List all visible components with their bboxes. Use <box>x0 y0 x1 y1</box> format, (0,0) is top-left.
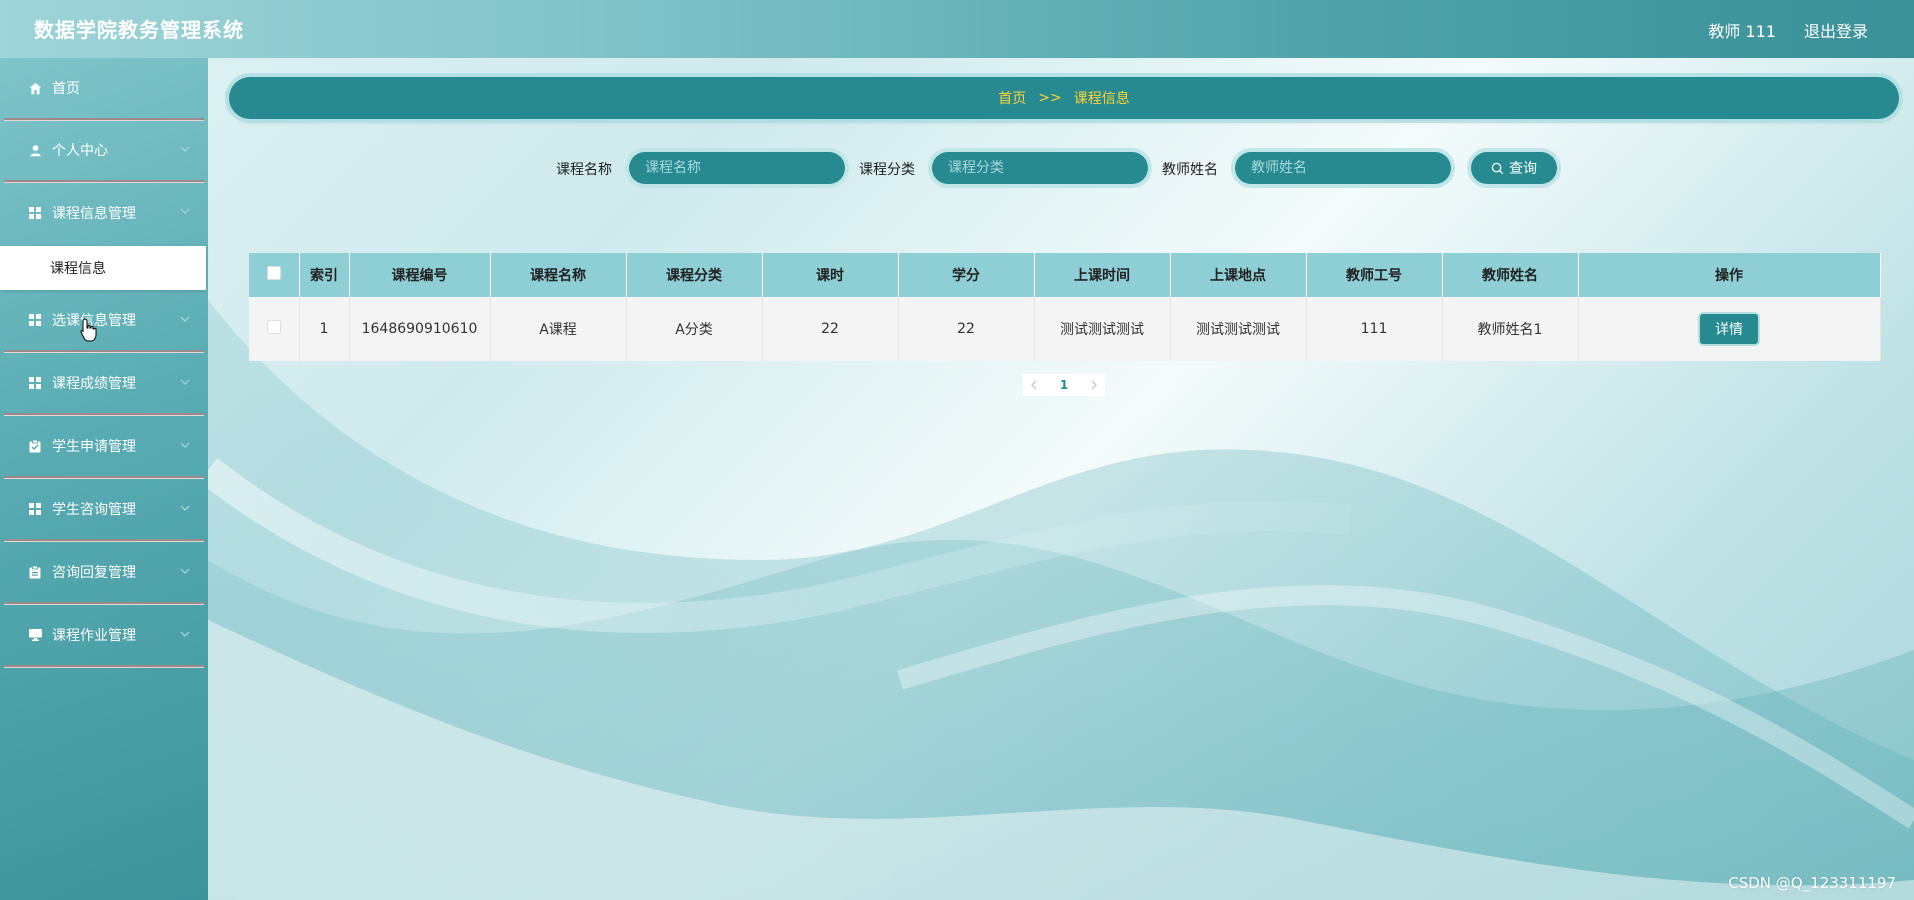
breadcrumb-current: 课程信息 <box>1073 91 1130 107</box>
prev-page-button[interactable] <box>1023 374 1045 396</box>
chevron-down-icon <box>180 631 190 637</box>
sidebar-item-label: 课程成绩管理 <box>52 376 136 392</box>
cell-place: 测试测试测试 <box>1170 297 1307 361</box>
table-header-row: 索引 课程编号 课程名称 课程分类 课时 学分 上课时间 上课地点 教师工号 教… <box>249 253 1881 297</box>
home-icon <box>28 81 42 95</box>
select-all-checkbox[interactable] <box>266 266 281 280</box>
cell-teacher-no: 111 <box>1306 297 1443 361</box>
sidebar-item-label: 学生申请管理 <box>52 439 136 455</box>
sidebar-item-label: 课程信息管理 <box>52 206 136 222</box>
logout-link[interactable]: 退出登录 <box>1804 18 1868 42</box>
chevron-right-icon <box>1091 380 1097 390</box>
table-header-cell: 教师工号 <box>1306 253 1443 297</box>
chevron-left-icon <box>1031 380 1037 390</box>
sidebar-subitem-course-info[interactable]: 课程信息 <box>0 246 206 290</box>
cell-hours: 22 <box>762 297 899 361</box>
teacher-name-input[interactable] <box>1235 152 1451 184</box>
sidebar-item-course-selection-mgmt[interactable]: 选课信息管理 <box>4 290 204 352</box>
sidebar-item-course-info-mgmt[interactable]: 课程信息管理 <box>4 182 204 244</box>
sidebar-item-label: 个人中心 <box>52 143 108 159</box>
query-button-label: 查询 <box>1509 160 1537 176</box>
table-header-cell: 教师姓名 <box>1442 253 1579 297</box>
query-button[interactable]: 查询 <box>1471 152 1557 184</box>
hand-cursor-icon <box>80 318 97 342</box>
sidebar-item-label: 学生咨询管理 <box>52 502 136 518</box>
table-header-cell: 课时 <box>762 253 899 297</box>
cell-course-no: 1648690910610 <box>349 297 491 361</box>
chevron-down-icon <box>180 379 190 385</box>
sidebar-item-student-consult-mgmt[interactable]: 学生咨询管理 <box>4 479 204 541</box>
detail-button[interactable]: 详情 <box>1700 314 1758 344</box>
row-checkbox[interactable] <box>266 320 281 334</box>
header-select-all <box>249 253 300 297</box>
sidebar: 首页 个人中心 课程信息管理 课程信息 选课信息管理 课程成绩管理 学生申请管理… <box>0 58 208 900</box>
course-name-label: 课程名称 <box>556 162 612 178</box>
chevron-down-icon <box>180 316 190 322</box>
row-select <box>249 297 300 361</box>
sidebar-item-consult-reply-mgmt[interactable]: 咨询回复管理 <box>4 542 204 604</box>
cell-action: 详情 <box>1578 297 1881 361</box>
breadcrumb-home[interactable]: 首页 <box>998 88 1026 108</box>
monitor-icon <box>28 628 42 642</box>
clipboard-icon <box>28 565 42 579</box>
sidebar-item-home[interactable]: 首页 <box>4 58 204 120</box>
cell-index: 1 <box>299 297 350 361</box>
cell-course-type: A分类 <box>626 297 763 361</box>
table-header-cell: 上课时间 <box>1034 253 1171 297</box>
chevron-down-icon <box>180 505 190 511</box>
grid-icon <box>28 502 42 516</box>
table-header-cell: 课程分类 <box>626 253 763 297</box>
chevron-down-icon <box>180 442 190 448</box>
grid-icon <box>28 206 42 220</box>
course-type-input[interactable] <box>932 152 1148 184</box>
chevron-down-icon <box>180 568 190 574</box>
grid-icon <box>28 376 42 390</box>
table-header-cell: 上课地点 <box>1170 253 1307 297</box>
breadcrumb: 首页 >> 课程信息 <box>229 77 1899 119</box>
clipboard-icon <box>28 439 42 453</box>
cell-time: 测试测试测试 <box>1034 297 1171 361</box>
table-row: 1 1648690910610 A课程 A分类 22 22 测试测试测试 测试测… <box>249 297 1881 361</box>
user-icon <box>28 143 42 157</box>
sidebar-item-course-grades-mgmt[interactable]: 课程成绩管理 <box>4 353 204 415</box>
app-title: 数据学院教务管理系统 <box>34 18 244 42</box>
next-page-button[interactable] <box>1083 374 1105 396</box>
sidebar-item-label: 首页 <box>52 81 80 97</box>
cell-teacher-name: 教师姓名1 <box>1442 297 1579 361</box>
background <box>0 0 1914 900</box>
cell-course-name: A课程 <box>490 297 627 361</box>
watermark: CSDN @Q_123311197 <box>1728 874 1896 892</box>
table-header-cell: 学分 <box>898 253 1035 297</box>
header-user-area: 教师 111 退出登录 <box>1708 18 1868 42</box>
sidebar-item-label: 课程作业管理 <box>52 628 136 644</box>
sidebar-item-student-application-mgmt[interactable]: 学生申请管理 <box>4 416 204 478</box>
silk-wave-decoration <box>198 300 1914 900</box>
table-header-cell: 操作 <box>1578 253 1881 297</box>
course-table: 索引 课程编号 课程名称 课程分类 课时 学分 上课时间 上课地点 教师工号 教… <box>249 253 1881 361</box>
teacher-name-label: 教师姓名 <box>1162 162 1218 178</box>
pagination: 1 <box>1023 374 1105 396</box>
breadcrumb-separator: >> <box>1038 90 1062 106</box>
chevron-down-icon <box>180 208 190 214</box>
table-header-cell: 课程名称 <box>490 253 627 297</box>
chevron-down-icon <box>180 146 190 152</box>
course-name-input[interactable] <box>629 152 845 184</box>
cell-credits: 22 <box>898 297 1035 361</box>
page-number-current[interactable]: 1 <box>1045 374 1083 396</box>
current-user: 教师 111 <box>1708 22 1776 41</box>
table-header-cell: 索引 <box>299 253 350 297</box>
sidebar-item-course-homework-mgmt[interactable]: 课程作业管理 <box>4 605 204 667</box>
search-icon <box>1491 162 1504 174</box>
grid-icon <box>28 313 42 327</box>
top-header: 数据学院教务管理系统 教师 111 退出登录 <box>0 0 1914 58</box>
table-header-cell: 课程编号 <box>349 253 491 297</box>
sidebar-item-label: 咨询回复管理 <box>52 565 136 581</box>
search-bar: 课程名称 课程分类 教师姓名 查询 <box>0 150 1914 186</box>
sidebar-item-personal-center[interactable]: 个人中心 <box>4 120 204 182</box>
course-type-label: 课程分类 <box>859 162 915 178</box>
